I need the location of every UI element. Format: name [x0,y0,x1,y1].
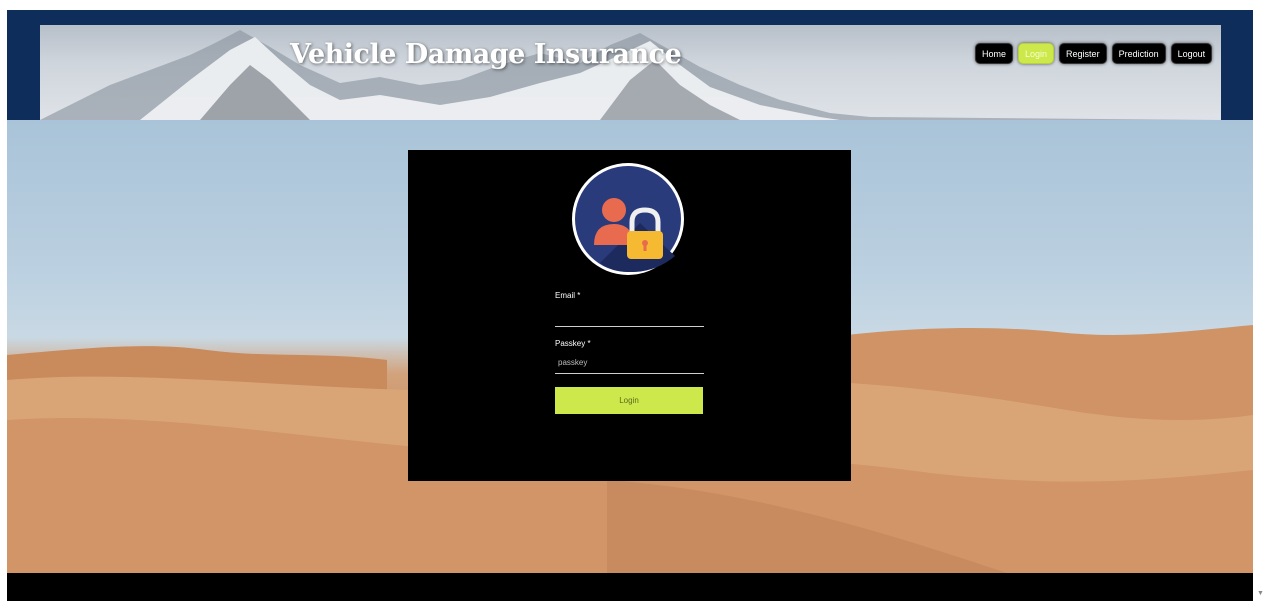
passkey-field[interactable] [555,352,704,374]
page-scrollbar[interactable]: ▼ [1253,0,1269,601]
passkey-label: Passkey * [555,339,591,348]
login-card: Email * Passkey * Login [408,150,851,481]
header: Vehicle Damage Insurance Home Login Regi… [7,10,1253,120]
footer [7,573,1253,601]
site-title: Vehicle Damage Insurance [290,39,682,70]
login-submit-button[interactable]: Login [555,387,703,414]
page: Vehicle Damage Insurance Home Login Regi… [7,10,1253,601]
nav-home-button[interactable]: Home [975,43,1014,64]
nav-login-button[interactable]: Login [1018,43,1055,64]
email-label: Email * [555,291,581,300]
email-field[interactable] [555,305,704,327]
main-nav: Home Login Register Prediction Logout [975,43,1213,64]
header-banner: Vehicle Damage Insurance Home Login Regi… [40,25,1221,120]
user-lock-icon [570,161,686,277]
chevron-down-icon[interactable]: ▼ [1257,590,1264,597]
nav-register-button[interactable]: Register [1059,43,1107,64]
nav-logout-button[interactable]: Logout [1170,43,1213,64]
nav-prediction-button[interactable]: Prediction [1111,43,1166,64]
